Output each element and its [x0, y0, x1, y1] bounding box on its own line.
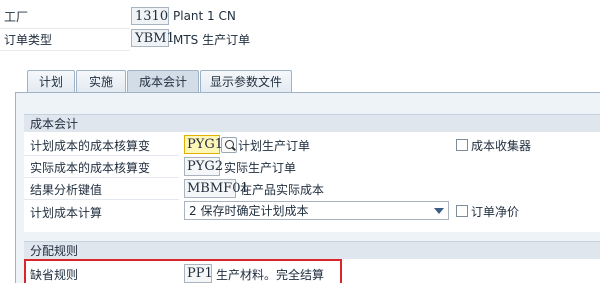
- chevron-down-icon[interactable]: [434, 208, 444, 214]
- divider: [24, 199, 179, 200]
- actual-variant-field[interactable]: PYG2: [184, 157, 223, 176]
- planned-variant-label: 计划成本的成本核算变: [30, 139, 151, 153]
- planned-variant-desc: 计划生产订单: [238, 139, 311, 153]
- order-type-label: 订单类型: [4, 33, 53, 47]
- collector-checkbox[interactable]: [456, 139, 468, 151]
- result-key-label: 结果分析键值: [30, 183, 103, 197]
- plan-calc-label: 计划成本计算: [30, 206, 103, 220]
- search-icon[interactable]: [221, 137, 237, 153]
- divider: [24, 155, 179, 156]
- settlement-group-header: 分配规则: [24, 241, 600, 259]
- divider: [0, 28, 130, 29]
- plan-calc-value: 2 保存时确定计划成本: [189, 204, 309, 218]
- tab-execution[interactable]: 实施: [76, 70, 126, 92]
- net-price-checkbox[interactable]: [456, 205, 468, 217]
- result-key-desc: 在产品实际成本: [240, 183, 325, 197]
- collector-label: 成本收集器: [471, 139, 532, 153]
- plant-code-field[interactable]: 1310: [131, 7, 169, 25]
- order-type-name: MTS 生产订单: [173, 33, 251, 47]
- highlight-frame: [24, 259, 342, 283]
- plant-name: Plant 1 CN: [173, 9, 236, 23]
- tab-display-profile[interactable]: 显示参数文件: [200, 70, 292, 92]
- actual-variant-label: 实际成本的成本核算变: [30, 161, 151, 175]
- cost-group-header: 成本会计: [24, 114, 600, 132]
- tab-cost-accounting[interactable]: 成本会计: [127, 70, 199, 92]
- tab-plan[interactable]: 计划: [27, 70, 75, 92]
- order-type-code-field[interactable]: YBM1: [131, 29, 175, 47]
- planned-variant-field[interactable]: PYG1: [184, 135, 223, 154]
- plant-label: 工厂: [4, 10, 29, 24]
- plan-calc-dropdown[interactable]: 2 保存时确定计划成本: [184, 201, 449, 220]
- actual-variant-desc: 实际生产订单: [224, 161, 297, 175]
- divider: [0, 50, 130, 51]
- net-price-label: 订单净价: [471, 205, 520, 219]
- result-key-field[interactable]: MBMF01: [184, 179, 249, 198]
- divider: [24, 177, 179, 178]
